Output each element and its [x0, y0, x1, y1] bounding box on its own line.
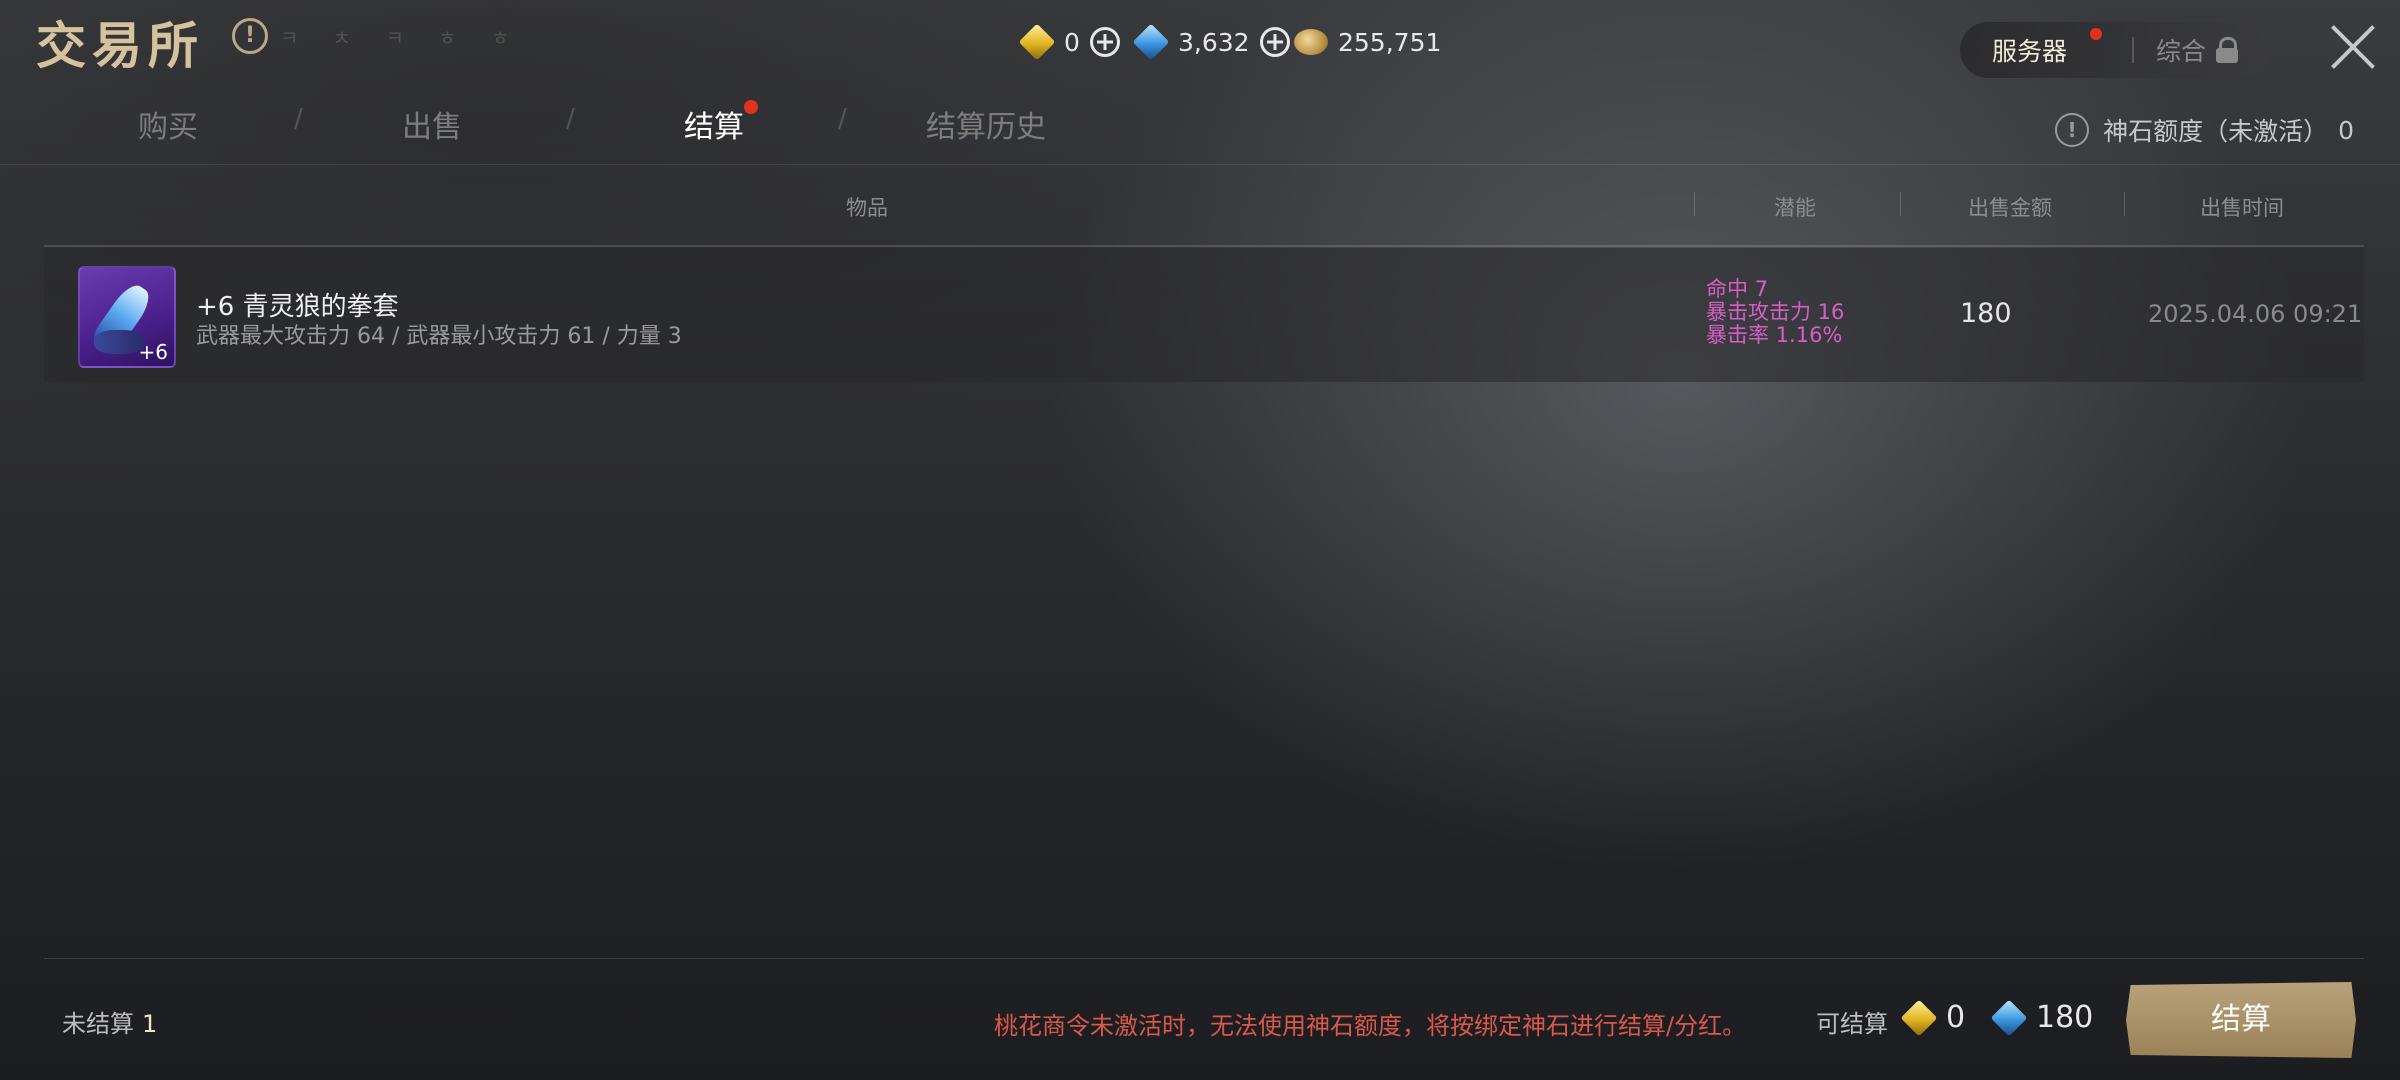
notification-dot: [2090, 28, 2102, 40]
gold-gem-icon: [1018, 23, 1056, 61]
coin-balance: 255,751: [1294, 22, 1441, 62]
blue-gem-balance: 3,632: [1132, 22, 1290, 62]
toggle-divider: [2132, 37, 2134, 63]
column-divider: [1694, 192, 1695, 216]
tab-buy[interactable]: 购买: [138, 102, 198, 146]
column-header-time: 出售时间: [2200, 196, 2284, 220]
add-blue-gem-icon[interactable]: [1259, 27, 1290, 57]
tab-divider: /: [566, 104, 575, 134]
coin-amount: 255,751: [1338, 27, 1442, 57]
divider: [44, 245, 2364, 247]
lock-icon: [2216, 37, 2239, 63]
column-header-potential: 潜能: [1774, 196, 1816, 220]
item-enhance-level: +6: [138, 340, 168, 364]
column-divider: [1900, 192, 1901, 216]
tab-divider: /: [838, 104, 847, 134]
settle-button[interactable]: 结算: [2126, 982, 2356, 1058]
quota-label: 神石额度（未激活）: [2103, 117, 2329, 146]
sale-amount: 180: [1960, 298, 2012, 329]
blue-gem-amount: 3,632: [1178, 27, 1250, 57]
item-icon[interactable]: +6: [78, 266, 176, 368]
column-divider: [2124, 192, 2125, 216]
blue-gem-icon: [1990, 999, 2028, 1036]
blue-gem-icon: [1132, 23, 1170, 61]
settleable-label: 可结算: [1816, 1010, 1888, 1038]
info-icon[interactable]: !: [2055, 113, 2090, 147]
divider: [0, 164, 2400, 165]
unsettled-count: 未结算 1: [62, 1010, 158, 1038]
item-potentials: 命中 7 暴击攻击力 16 暴击率 1.16%: [1706, 278, 1844, 347]
item-stats: 武器最大攻击力 64 / 武器最小攻击力 61 / 力量 3: [196, 324, 682, 349]
add-gold-gem-icon[interactable]: [1089, 27, 1120, 57]
godstone-quota: ! 神石额度（未激活） 0: [2055, 112, 2354, 148]
close-icon[interactable]: [2328, 22, 2378, 72]
all-servers-tab[interactable]: 综合: [2156, 32, 2239, 68]
quota-value: 0: [2338, 115, 2354, 145]
warning-message: 桃花商令未激活时，无法使用神石额度，将按绑定神石进行结算/分红。: [994, 1012, 1747, 1040]
title-decoration: ㅋ ㅊ ㅋ ㅎ ㅎ: [280, 26, 524, 50]
column-header-amount: 出售金额: [1968, 196, 2052, 220]
potential-line: 暴击率 1.16%: [1706, 323, 1843, 347]
coin-icon: [1294, 29, 1328, 55]
server-toggle: 服务器 综合: [1960, 22, 2270, 78]
tab-settle[interactable]: 结算: [684, 100, 758, 146]
tab-divider: /: [294, 104, 303, 134]
gold-gem-icon: [1900, 999, 1938, 1036]
gold-gem-amount: 0: [1064, 27, 1080, 57]
page-title: 交易所: [36, 16, 204, 75]
notification-dot: [744, 100, 758, 114]
divider: [44, 958, 2364, 959]
tab-settle-history[interactable]: 结算历史: [926, 102, 1046, 146]
column-header-item: 物品: [846, 196, 888, 220]
settleable-blue: 180: [1990, 999, 2093, 1036]
info-icon[interactable]: !: [232, 18, 268, 54]
server-tab[interactable]: 服务器: [1992, 28, 2102, 68]
settleable-gold: 0: [1900, 999, 1965, 1036]
sale-time: 2025.04.06 09:21: [2148, 300, 2363, 328]
potential-line: 暴击攻击力 16: [1706, 300, 1845, 324]
tab-sell[interactable]: 出售: [402, 102, 462, 146]
potential-line: 命中 7: [1706, 277, 1769, 301]
gold-gem-balance: 0: [1018, 22, 1120, 62]
